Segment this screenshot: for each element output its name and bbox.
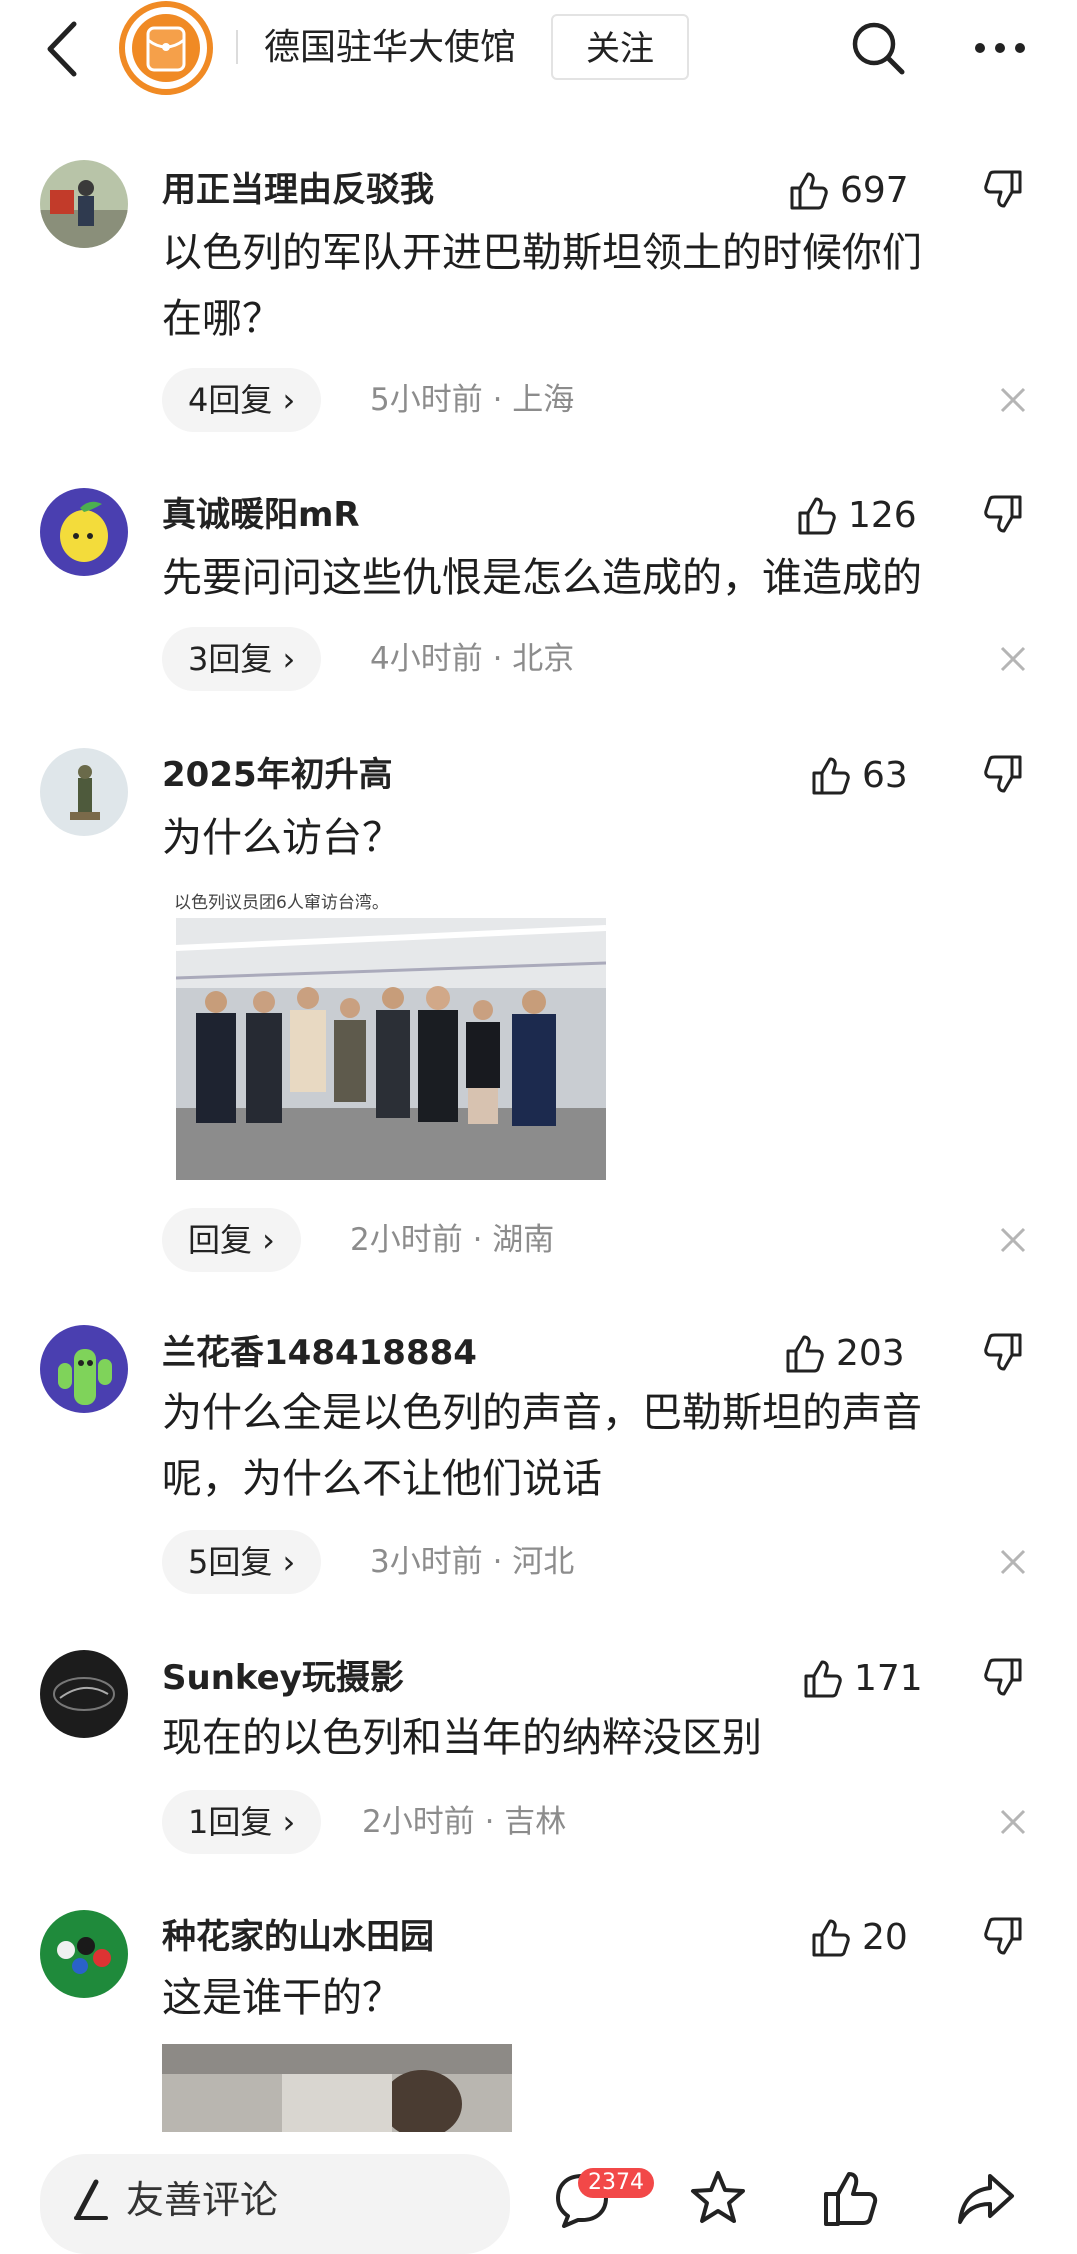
like-count: 20 xyxy=(862,1916,908,1958)
thumbs-up-icon xyxy=(790,172,828,210)
comment-text: 为什么全是以色列的声音，巴勒斯坦的声音 呢，为什么不让他们说话 xyxy=(162,1380,1012,1512)
account-name[interactable]: 德国驻华大使馆 xyxy=(264,18,516,78)
follow-button[interactable]: 关注 xyxy=(551,14,689,80)
comment-image[interactable] xyxy=(162,2044,512,2144)
comment-count-badge: 2374 xyxy=(578,2168,654,2198)
thumbs-down-icon[interactable] xyxy=(982,753,1026,797)
thumbs-up-icon xyxy=(804,1660,842,1698)
thumbs-up-icon xyxy=(798,497,836,535)
account-avatar[interactable] xyxy=(118,0,214,96)
avatar[interactable] xyxy=(40,1910,128,1998)
thumbs-up-icon xyxy=(812,1919,850,1957)
avatar[interactable] xyxy=(40,160,128,248)
image-caption: 以色列议员团6人窜访台湾。 xyxy=(174,893,389,913)
like-button[interactable]: 126 xyxy=(794,490,917,540)
avatar[interactable] xyxy=(40,488,128,576)
more-icon[interactable] xyxy=(972,26,1028,70)
like-count: 171 xyxy=(854,1657,923,1699)
group-photo xyxy=(176,918,606,1180)
like-count: 63 xyxy=(862,754,908,796)
reply-button[interactable]: 4回复 › xyxy=(162,368,322,432)
username[interactable]: Sunkey玩摄影 xyxy=(162,1653,404,1703)
pen-icon xyxy=(74,2179,108,2220)
top-bar: 德国驻华大使馆 关注 xyxy=(0,0,1077,100)
bottom-bar: 友善评论 2374 xyxy=(0,2132,1077,2254)
comment-text: 现在的以色列和当年的纳粹没区别 xyxy=(162,1705,1012,1771)
reply-button[interactable]: 5回复 › xyxy=(162,1530,322,1594)
thumbs-down-icon[interactable] xyxy=(982,493,1026,537)
thumbs-up-icon xyxy=(786,1335,824,1373)
divider xyxy=(236,30,238,64)
thumbs-down-icon[interactable] xyxy=(982,1331,1026,1375)
reply-button[interactable]: 1回复 › xyxy=(162,1790,322,1854)
comment-line: 为什么访台？ xyxy=(162,815,402,861)
like-button[interactable]: 63 xyxy=(808,750,908,800)
star-icon[interactable] xyxy=(688,2168,748,2228)
like-count: 697 xyxy=(840,169,909,211)
like-button[interactable]: 697 xyxy=(786,165,909,215)
avatar[interactable] xyxy=(40,1650,128,1738)
thumbs-up-icon[interactable] xyxy=(820,2168,880,2228)
comment-input[interactable]: 友善评论 xyxy=(40,2154,510,2254)
comment-line: 在哪？ xyxy=(162,296,282,342)
comment-line: 现在的以色列和当年的纳粹没区别 xyxy=(162,1715,762,1761)
comment-line: 以色列的军队开进巴勒斯坦领土的时候你们 xyxy=(162,230,922,276)
share-icon[interactable] xyxy=(956,2168,1016,2228)
time-location: 2小时前 · 吉林 xyxy=(362,1804,567,1840)
comment-placeholder: 友善评论 xyxy=(126,2178,279,2222)
comment-line: 为什么全是以色列的声音，巴勒斯坦的声音 xyxy=(162,1390,922,1436)
close-icon[interactable] xyxy=(998,1225,1028,1255)
reply-button[interactable]: 回复 › xyxy=(162,1208,301,1272)
avatar[interactable] xyxy=(40,748,128,836)
back-arrow-icon[interactable] xyxy=(40,14,84,84)
time-location: 2小时前 · 湖南 xyxy=(350,1222,555,1258)
comment-image[interactable]: 以色列议员团6人窜访台湾。 xyxy=(162,882,614,1188)
comment-text: 这是谁干的？ xyxy=(162,1965,1012,2031)
avatar[interactable] xyxy=(40,1325,128,1413)
username[interactable]: 种花家的山水田园 xyxy=(162,1912,434,1962)
close-icon[interactable] xyxy=(998,385,1028,415)
reply-button[interactable]: 3回复 › xyxy=(162,627,322,691)
comment-line: 先要问问这些仇恨是怎么造成的，谁造成的 xyxy=(162,555,922,601)
like-count: 126 xyxy=(848,494,917,536)
like-button[interactable]: 171 xyxy=(800,1653,923,1703)
time-location: 5小时前 · 上海 xyxy=(370,382,575,418)
comment-line: 这是谁干的？ xyxy=(162,1975,402,2021)
time-location: 3小时前 · 河北 xyxy=(370,1544,575,1580)
comment-text: 以色列的军队开进巴勒斯坦领土的时候你们 在哪？ xyxy=(162,220,1012,352)
thumbs-down-icon[interactable] xyxy=(982,1915,1026,1959)
close-icon[interactable] xyxy=(998,1547,1028,1577)
like-count: 203 xyxy=(836,1332,905,1374)
comment-text: 为什么访台？ xyxy=(162,805,1012,871)
thumbs-up-icon xyxy=(812,757,850,795)
thumbs-down-icon[interactable] xyxy=(982,168,1026,212)
search-icon[interactable] xyxy=(848,18,908,78)
username[interactable]: 2025年初升高 xyxy=(162,750,393,800)
username[interactable]: 真诚暖阳mR xyxy=(162,490,360,540)
comment-text: 先要问问这些仇恨是怎么造成的，谁造成的 xyxy=(162,545,1012,611)
time-location: 4小时前 · 北京 xyxy=(370,641,575,677)
close-icon[interactable] xyxy=(998,644,1028,674)
thumbs-down-icon[interactable] xyxy=(982,1656,1026,1700)
comment-line: 呢，为什么不让他们说话 xyxy=(162,1456,602,1502)
username[interactable]: 兰花香148418884 xyxy=(162,1328,477,1378)
close-icon[interactable] xyxy=(998,1807,1028,1837)
like-button[interactable]: 203 xyxy=(782,1328,905,1378)
like-button[interactable]: 20 xyxy=(808,1912,908,1962)
username[interactable]: 用正当理由反驳我 xyxy=(162,165,434,215)
